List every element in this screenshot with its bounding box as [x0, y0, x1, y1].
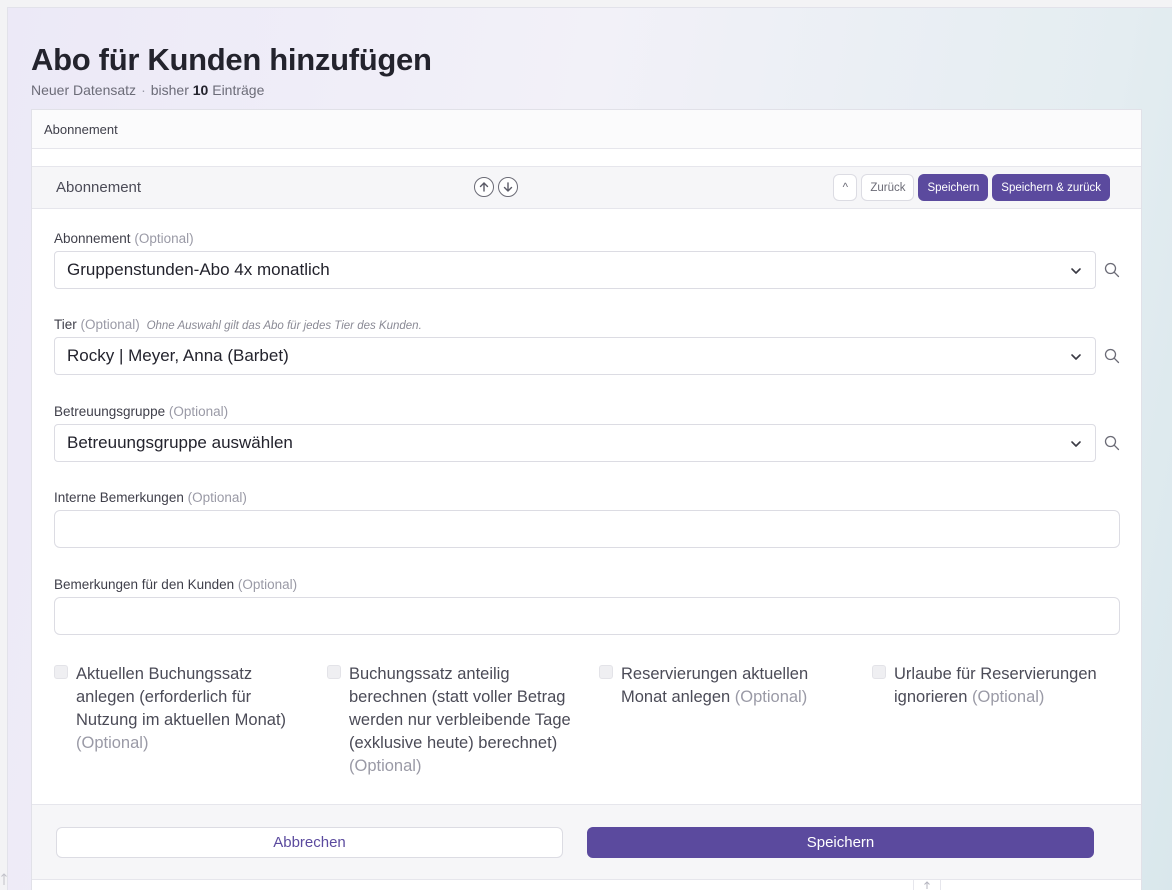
search-icon[interactable]: [1104, 435, 1120, 451]
checkbox-label-text: Aktuellen Buchungssatz anlegen (erforder…: [76, 665, 287, 729]
optional-tag: (Optional): [76, 734, 149, 752]
section-actions: ^ Zurück Speichern Speichern & zurück: [833, 174, 1110, 201]
field-abonnement: Abonnement (Optional) Gruppenstunden-Abo…: [54, 231, 1120, 289]
optional-tag: (Optional): [734, 688, 808, 706]
abonnement-select[interactable]: Gruppenstunden-Abo 4x monatlich: [54, 251, 1096, 289]
subtitle-separator: ·: [141, 82, 146, 98]
chevron-down-icon: [1071, 268, 1081, 274]
scroll-to-top-button[interactable]: [913, 880, 941, 890]
arrow-up-icon: [479, 182, 489, 192]
subtitle-count: 10: [192, 82, 209, 98]
chevron-down-icon: [1071, 441, 1081, 447]
checkbox-box[interactable]: [872, 665, 886, 679]
page: Abo für Kunden hinzufügen Neuer Datensat…: [7, 7, 1172, 890]
label-text: Interne Bemerkungen: [54, 490, 184, 505]
checkbox-box[interactable]: [599, 665, 613, 679]
chevron-down-icon: [1071, 354, 1081, 360]
label-text: Betreuungsgruppe: [54, 404, 166, 419]
move-down-button[interactable]: [498, 177, 518, 197]
checkbox-label: Reservierungen aktuellen Monat anlegen (…: [621, 663, 849, 709]
betreuungsgruppe-select[interactable]: Betreuungsgruppe auswählen: [54, 424, 1096, 462]
field-betreuungsgruppe: Betreuungsgruppe (Optional) Betreuungsgr…: [54, 404, 1120, 462]
subtitle-record-state: Neuer Datensatz: [31, 82, 137, 98]
checkbox-label: Urlaube für Reservierungen ignorieren (O…: [894, 663, 1122, 709]
form-card: Abonnement Abonnement ^ Zurück Speichern…: [31, 109, 1142, 890]
subtitle-count-prefix: bisher: [150, 82, 189, 98]
bemerkungen-kunde-input[interactable]: [54, 597, 1120, 635]
label-text: Abonnement: [54, 231, 131, 246]
optional-tag: (Optional): [187, 490, 247, 505]
optional-tag: (Optional): [971, 688, 1045, 706]
interne-bemerkungen-input[interactable]: [54, 510, 1120, 548]
checkbox-label: Aktuellen Buchungssatz anlegen (erforder…: [76, 663, 304, 755]
search-icon[interactable]: [1104, 262, 1120, 278]
checkbox-box[interactable]: [327, 665, 341, 679]
checkbox-label-text: Buchungssatz anteilig berechnen (statt v…: [349, 665, 571, 752]
form-footer: Abbrechen Speichern: [32, 804, 1141, 880]
page-title: Abo für Kunden hinzufügen: [31, 42, 432, 77]
checkbox-box[interactable]: [54, 665, 68, 679]
save-button[interactable]: Speichern: [587, 827, 1094, 858]
field-tier: Tier (Optional) Ohne Auswahl gilt das Ab…: [54, 317, 1120, 375]
field-label: Tier (Optional) Ohne Auswahl gilt das Ab…: [54, 317, 1120, 332]
tier-select[interactable]: Rocky | Meyer, Anna (Barbet): [54, 337, 1096, 375]
label-text: Tier: [54, 317, 77, 332]
field-hint: Ohne Auswahl gilt das Abo für jedes Tier…: [146, 320, 422, 332]
section-header: Abonnement ^ Zurück Speichern Speichern …: [32, 166, 1141, 209]
checkbox-urlaube-ignorieren[interactable]: Urlaube für Reservierungen ignorieren (O…: [872, 663, 1122, 709]
arrow-down-icon: [503, 182, 513, 192]
field-label: Bemerkungen für den Kunden (Optional): [54, 577, 1120, 592]
page-subtitle: Neuer Datensatz · bisher 10 Einträge: [31, 82, 264, 98]
checkbox-buchungssatz-anlegen[interactable]: Aktuellen Buchungssatz anlegen (erforder…: [54, 663, 304, 755]
label-text: Bemerkungen für den Kunden: [54, 577, 235, 592]
section-title: Abonnement: [56, 179, 142, 196]
checkbox-anteilig-berechnen[interactable]: Buchungssatz anteilig berechnen (statt v…: [327, 663, 577, 778]
optional-tag: (Optional): [349, 757, 422, 775]
field-label: Betreuungsgruppe (Optional): [54, 404, 1120, 419]
section-order-controls: [474, 177, 518, 197]
field-label: Interne Bemerkungen (Optional): [54, 490, 1120, 505]
tab-label: Abonnement: [44, 121, 118, 137]
arrow-up-icon: [924, 881, 930, 889]
select-value: Rocky | Meyer, Anna (Barbet): [67, 346, 289, 365]
field-bemerkungen-kunde: Bemerkungen für den Kunden (Optional): [54, 577, 1120, 635]
field-label: Abonnement (Optional): [54, 231, 1120, 246]
checkbox-reservierungen-anlegen[interactable]: Reservierungen aktuellen Monat anlegen (…: [599, 663, 849, 709]
arrow-up-icon: [1, 873, 7, 885]
subtitle-count-suffix: Einträge: [212, 82, 265, 98]
move-up-button[interactable]: [474, 177, 494, 197]
save-and-back-button[interactable]: Speichern & zurück: [992, 174, 1110, 201]
tab-abonnement[interactable]: Abonnement: [32, 110, 1141, 149]
search-icon[interactable]: [1104, 348, 1120, 364]
save-button-top[interactable]: Speichern: [918, 174, 989, 201]
checkbox-label: Buchungssatz anteilig berechnen (statt v…: [349, 663, 577, 778]
optional-tag: (Optional): [168, 404, 229, 419]
optional-tag: (Optional): [134, 231, 194, 246]
optional-tag: (Optional): [80, 317, 140, 332]
collapse-button[interactable]: ^: [833, 174, 858, 201]
select-value: Betreuungsgruppe auswählen: [67, 433, 293, 452]
cancel-button[interactable]: Abbrechen: [56, 827, 563, 858]
optional-tag: (Optional): [237, 577, 298, 592]
back-button[interactable]: Zurück: [861, 174, 915, 201]
field-interne-bemerkungen: Interne Bemerkungen (Optional): [54, 490, 1120, 548]
select-value: Gruppenstunden-Abo 4x monatlich: [67, 260, 330, 279]
